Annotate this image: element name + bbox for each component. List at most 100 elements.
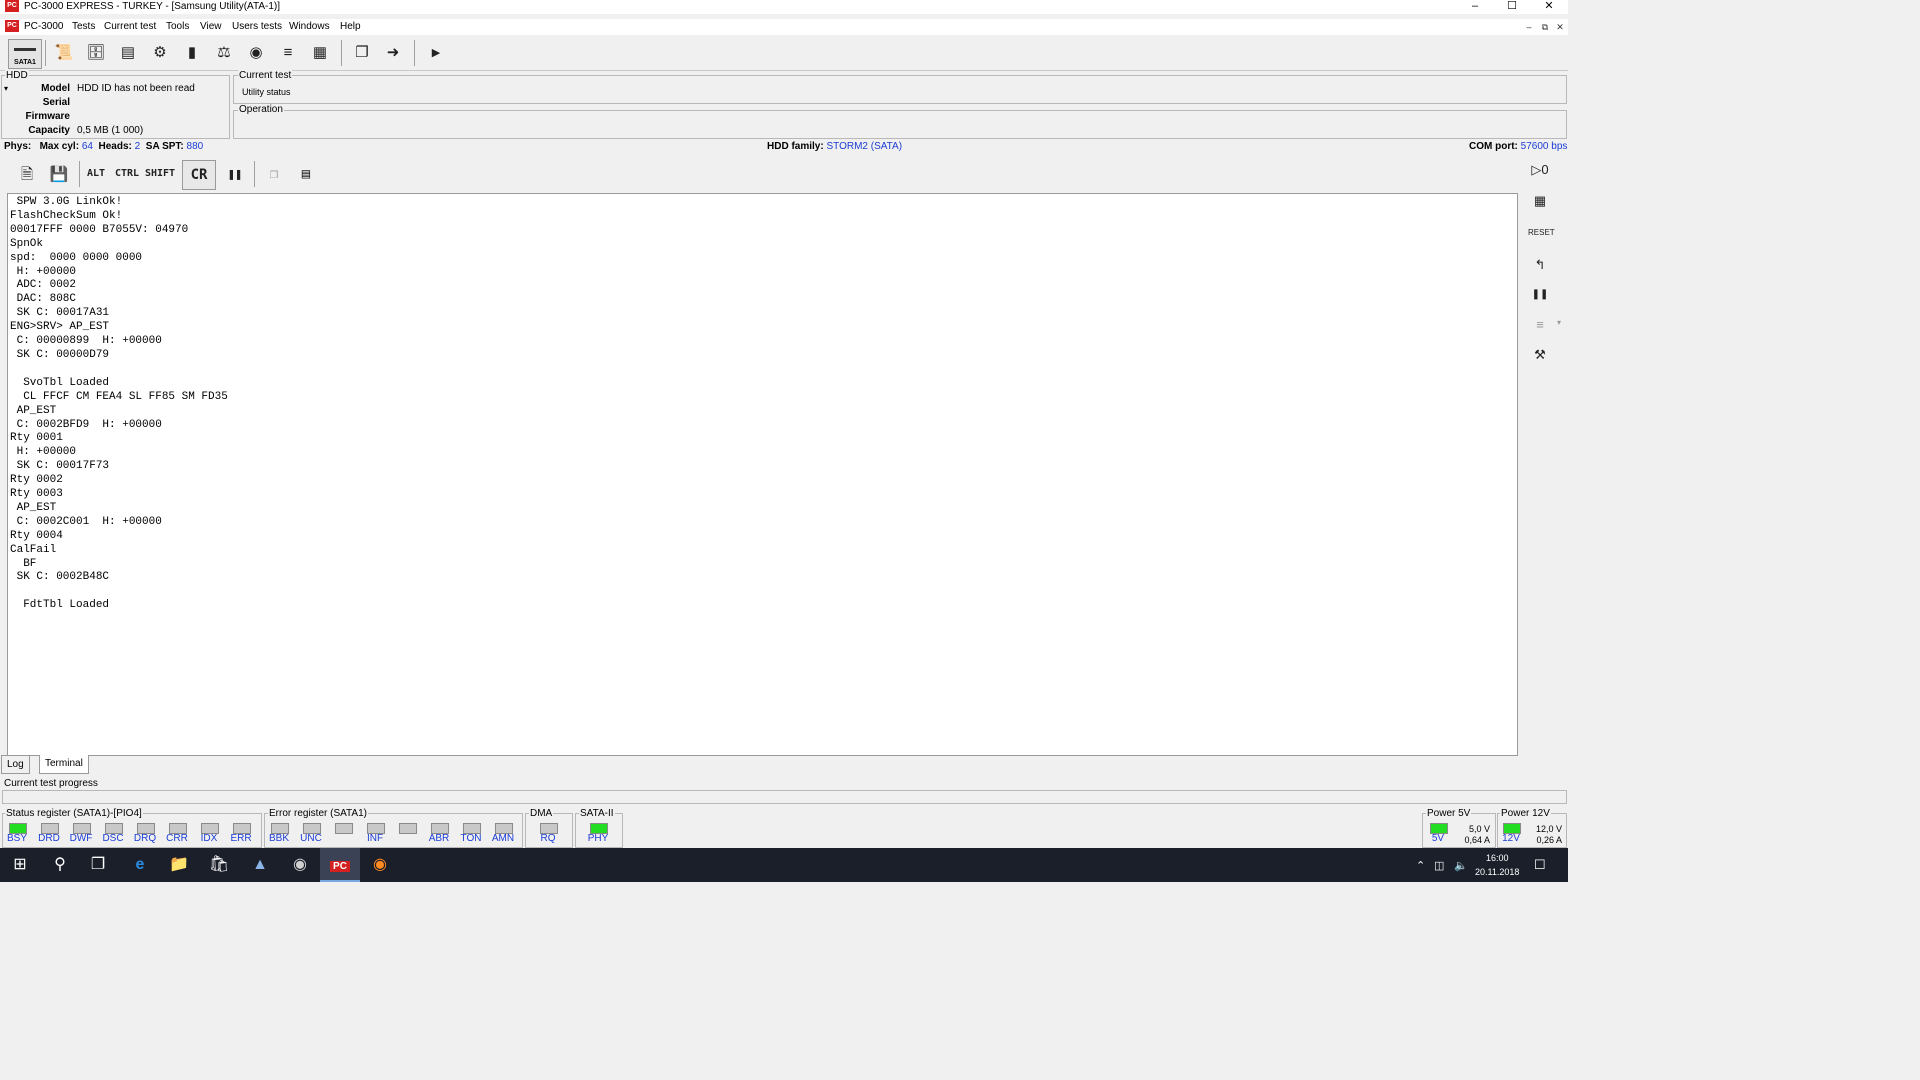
current-test-group: [233, 75, 1567, 104]
network-app-icon[interactable]: ▲: [240, 848, 280, 882]
mdi-app-icon[interactable]: PC: [5, 20, 19, 32]
mdi-close-icon[interactable]: ✕: [1553, 22, 1567, 32]
comport-value: 57600 bps: [1520, 141, 1568, 152]
pause-right-icon[interactable]: ❚❚: [1528, 283, 1552, 307]
signal-icon[interactable]: ↰: [1528, 253, 1552, 277]
menu-windows[interactable]: Windows: [289, 20, 330, 34]
maximize-icon[interactable]: ☐: [1497, 0, 1527, 13]
menu-users-tests[interactable]: Users tests: [232, 20, 282, 34]
volume-tray-icon[interactable]: 🔈: [1454, 859, 1468, 872]
error-led: [399, 823, 417, 834]
save-file-icon[interactable]: 💾: [47, 161, 71, 187]
toolbar-separator: [341, 40, 342, 66]
error-led: [335, 823, 353, 834]
toolbar-separator: [79, 161, 80, 187]
terminal-toolbar: 🗎 💾 ALT CTRL SHIFT CR ❚❚ ❐ ▤: [7, 157, 1516, 193]
clock-date[interactable]: 20.11.2018: [1475, 867, 1519, 877]
firefox-icon[interactable]: ◉: [360, 848, 400, 882]
exit-icon[interactable]: ➜: [381, 41, 405, 65]
comport-label: COM port:: [1469, 141, 1518, 152]
sata-port-button[interactable]: SATA1: [8, 39, 42, 69]
capacity-label: Capacity: [28, 125, 70, 136]
sata-port-label: SATA1: [14, 59, 36, 66]
flask-icon[interactable]: ⚖: [212, 41, 236, 65]
error-led-label: TON: [460, 833, 482, 844]
family-label: HDD family:: [767, 141, 824, 152]
minimize-icon[interactable]: –: [1460, 0, 1490, 13]
progress-label: Current test progress: [4, 778, 98, 789]
start-windows-icon[interactable]: ⊞: [0, 848, 40, 882]
serial-label: Serial: [42, 97, 70, 108]
status-led-label: BSY: [6, 833, 27, 844]
play-icon[interactable]: ▶: [424, 41, 448, 65]
error-led-label: AMN: [491, 833, 515, 844]
terminal-text: SPW 3.0G LinkOk! FlashCheckSum Ok! 00017…: [10, 196, 228, 612]
pc3000-taskbar-icon[interactable]: PC: [320, 848, 360, 882]
step-dropdown-icon[interactable]: ▾: [1557, 318, 1561, 327]
reset-icon[interactable]: RESET: [1528, 221, 1555, 245]
copy-windows-icon[interactable]: ❐: [350, 41, 374, 65]
main-toolbar: SATA1 📜 🗄 ▤ ⚙ ▮ ⚖ ◉ ≡ ▦ ❐ ➜ ▶: [0, 36, 1568, 71]
tray-chevron-icon[interactable]: ⌃: [1416, 859, 1425, 872]
power5-label: Power 5V: [1426, 808, 1472, 819]
drive-id-icon[interactable]: 🗄: [84, 41, 108, 65]
scroll-icon[interactable]: 📜: [52, 41, 76, 65]
board-icon[interactable]: ▦: [1528, 189, 1552, 213]
power5-led-label: 5V: [1431, 833, 1445, 844]
mdi-minimize-icon[interactable]: –: [1522, 22, 1536, 32]
toolbar-separator: [254, 161, 255, 187]
menu-view[interactable]: View: [200, 20, 222, 34]
status-led-label: ERR: [230, 833, 252, 844]
step-icon[interactable]: ≡: [1528, 313, 1552, 337]
notifications-icon[interactable]: ☐: [1534, 857, 1546, 873]
com-port: COM port: 57600 bps: [1469, 141, 1567, 152]
menu-current-test[interactable]: Current test: [104, 20, 156, 34]
tab-terminal[interactable]: Terminal: [39, 755, 89, 774]
search-icon[interactable]: ⚲: [40, 848, 80, 882]
file-explorer-icon[interactable]: 📁: [159, 848, 199, 882]
sata-connector-icon: [14, 48, 36, 51]
edge-browser-icon[interactable]: e: [120, 848, 160, 882]
user-app-icon[interactable]: ◉: [280, 848, 320, 882]
tools-icon[interactable]: ⚒: [1528, 343, 1552, 367]
tab-log[interactable]: Log: [1, 755, 30, 774]
open-file-icon[interactable]: 🗎: [15, 161, 39, 187]
menu-help[interactable]: Help: [340, 20, 361, 34]
phys-info: Phys: Max cyl: 64 Heads: 2 SA SPT: 880: [4, 141, 203, 152]
taskbar: ⊞ ⚲ ❐ e 📁 🛍 ▲ ◉ PC ◉ ⌃ ◫ 🔈 16:00 20.11.2…: [0, 848, 1568, 882]
dma-led-label: RQ: [540, 833, 556, 844]
sector-editor-icon[interactable]: ▤: [116, 41, 140, 65]
task-view-icon[interactable]: ❐: [78, 848, 118, 882]
terminal-output[interactable]: SPW 3.0G LinkOk! FlashCheckSum Ok! 00017…: [7, 193, 1518, 756]
heads-map-icon[interactable]: ≡: [276, 41, 300, 65]
settings-gear-icon[interactable]: ⚙: [148, 41, 172, 65]
chip-icon[interactable]: ▮: [180, 41, 204, 65]
mdi-restore-icon[interactable]: ⧉: [1538, 22, 1552, 32]
clock-time[interactable]: 16:00: [1486, 853, 1509, 863]
menu-pc3000[interactable]: PC-3000: [24, 20, 63, 34]
ctrl-button[interactable]: CTRL: [113, 161, 141, 187]
status-led-label: IDX: [200, 833, 218, 844]
error-led-label: ABR: [428, 833, 450, 844]
status-led-label: CRR: [166, 833, 188, 844]
copy-icon[interactable]: ❐: [263, 161, 285, 187]
menu-tools[interactable]: Tools: [166, 20, 189, 34]
phys-label: Phys:: [4, 141, 32, 152]
alt-button[interactable]: ALT: [85, 161, 107, 187]
operation-group: [233, 110, 1567, 139]
shift-button[interactable]: SHIFT: [144, 161, 176, 187]
store-icon[interactable]: 🛍: [199, 848, 239, 882]
pause-icon[interactable]: ❚❚: [225, 161, 245, 187]
maxcyl-label: Max cyl:: [39, 141, 80, 152]
power-toggle-icon[interactable]: ▷0: [1528, 158, 1552, 182]
status-led-label: DWF: [69, 833, 93, 844]
network-tray-icon[interactable]: ◫: [1434, 859, 1444, 872]
grid-table-icon[interactable]: ▦: [308, 41, 332, 65]
close-icon[interactable]: ✕: [1534, 0, 1564, 13]
power5-current: 0,64 A: [1464, 835, 1490, 845]
cr-button[interactable]: CR: [182, 160, 216, 190]
disk-icon[interactable]: ◉: [244, 41, 268, 65]
clear-terminal-icon[interactable]: ▤: [295, 161, 317, 187]
power12-current: 0,26 A: [1536, 835, 1562, 845]
menu-tests[interactable]: Tests: [72, 20, 95, 34]
